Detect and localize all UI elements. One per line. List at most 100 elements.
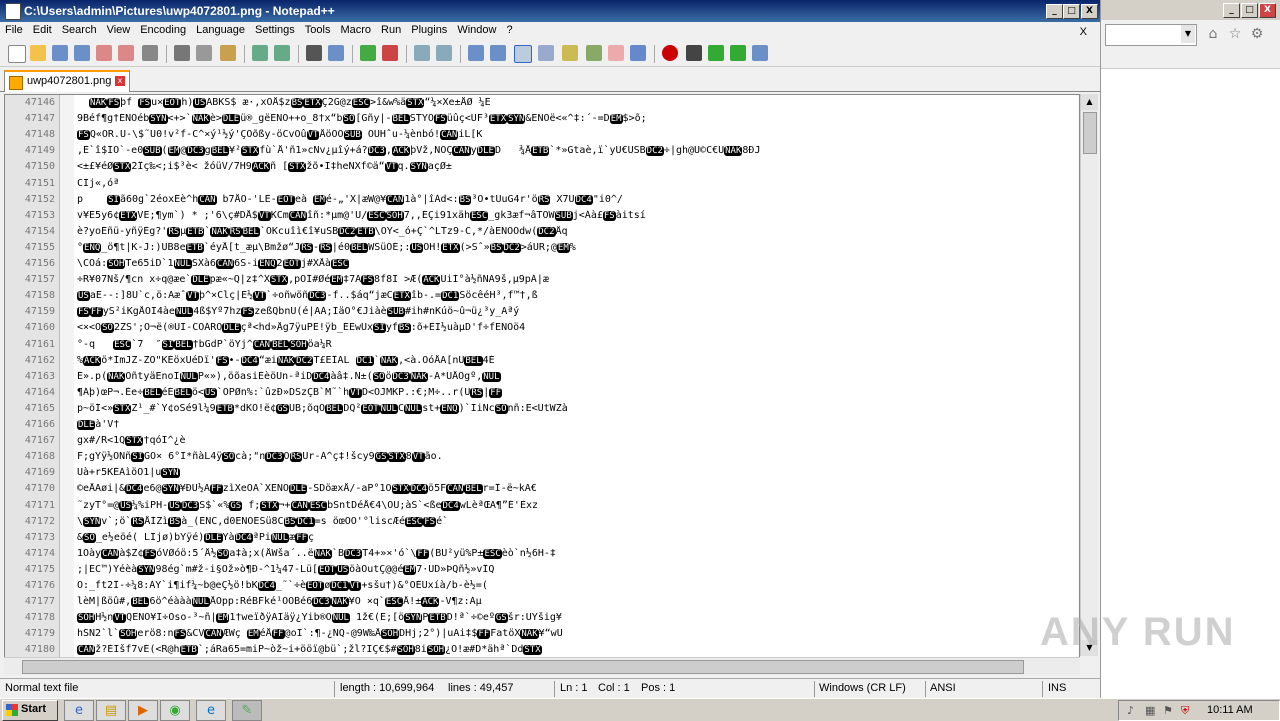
user-language-icon[interactable] — [538, 45, 554, 61]
play-macro-icon[interactable] — [708, 45, 724, 61]
editor-area[interactable]: 47146 47147 47148 47149 47150 47151 47152 47153… — [4, 94, 1080, 658]
title-bar[interactable]: C:\Users\admin\Pictures\uwp4072801.png -… — [0, 0, 1100, 22]
close-document-button[interactable]: X — [1075, 24, 1092, 38]
menu-file[interactable]: File — [0, 22, 28, 36]
print-icon[interactable] — [142, 45, 158, 61]
network-icon[interactable]: ▦ — [1145, 704, 1157, 717]
clock[interactable]: 10:11 AM — [1207, 704, 1253, 716]
minimize-button[interactable]: _ — [1046, 4, 1063, 19]
vertical-scroll-thumb[interactable] — [1083, 112, 1097, 154]
code-line: hSN2`l`SOHerö8:nFS&CVCANÆWç EMéÅFF@oI`:¶… — [77, 628, 563, 640]
undo-icon[interactable] — [252, 45, 268, 61]
menu-search[interactable]: Search — [57, 22, 102, 36]
toolbar-separator — [298, 45, 299, 63]
menu-macro[interactable]: Macro — [335, 22, 376, 36]
watermark: ANY RUN — [1040, 610, 1236, 654]
tab-uwp4072801[interactable]: uwp4072801.png x — [4, 70, 130, 92]
status-ln: Ln : 1 — [560, 682, 588, 694]
ie-taskbar-icon[interactable]: e — [64, 700, 94, 721]
menu-encoding[interactable]: Encoding — [135, 22, 191, 36]
flag-icon[interactable]: ⚑ — [1163, 704, 1175, 717]
menu-view[interactable]: View — [102, 22, 136, 36]
code-line: 9Béf¶g†ENOébSYN<+>`NAKè>DLEü®_gëENO++o_8… — [77, 113, 647, 125]
horizontal-scrollbar[interactable] — [4, 657, 1080, 675]
line-number: 47157 — [24, 274, 55, 286]
cut-icon[interactable] — [174, 45, 190, 61]
save-macro-icon[interactable] — [752, 45, 768, 61]
menu-settings[interactable]: Settings — [250, 22, 300, 36]
dropdown-arrow-icon[interactable]: ▼ — [1181, 25, 1195, 43]
notepadpp-taskbar-icon[interactable]: ✎ — [232, 700, 262, 721]
tab-close-icon[interactable]: x — [115, 76, 125, 86]
line-number-gutter: 47146 47147 47148 47149 47150 47151 47152 47153… — [5, 95, 60, 657]
home-icon[interactable]: ⌂ — [1205, 26, 1221, 42]
show-all-characters-icon[interactable] — [490, 45, 506, 61]
horizontal-scroll-thumb[interactable] — [22, 660, 1024, 674]
code-line: \SYNv`;ö`RSÅÍZìBSà_(ENC,d0ENOESü8CBS DC1=… — [77, 515, 449, 527]
code-line: SOHH½nVTQENO¥I÷Öso-³~ñ|EM1†weïðÿÄIäÿ¿Yib… — [77, 612, 562, 624]
browser-minimize-button[interactable]: _ — [1223, 3, 1240, 18]
menu-plugins[interactable]: Plugins — [406, 22, 452, 36]
code-line: DLEà'V† — [77, 419, 120, 430]
status-encoding[interactable]: ANSI — [930, 682, 956, 694]
menu-run[interactable]: Run — [376, 22, 406, 36]
open-file-icon[interactable] — [30, 45, 46, 61]
menu-help[interactable]: ? — [501, 22, 517, 36]
code-line: &SO_e½eöé( LIjø)bYÿé)DLEYàDC4ªPiNULæFFç — [77, 531, 315, 543]
menu-edit[interactable]: Edit — [28, 22, 57, 36]
close-all-icon[interactable] — [118, 45, 134, 61]
menu-tools[interactable]: Tools — [300, 22, 336, 36]
windows-logo-icon — [6, 704, 18, 716]
menu-language[interactable]: Language — [191, 22, 250, 36]
close-icon[interactable] — [96, 45, 112, 61]
code-line: É».p(NAKÖñtyäEnoÏNULP«»),öõasiÉèöÛn-ªiDD… — [77, 370, 501, 382]
status-eol[interactable]: Windows (CR LF) — [819, 682, 906, 694]
line-number: 47171 — [24, 499, 55, 511]
media-player-taskbar-icon[interactable]: ▶ — [128, 700, 158, 721]
maximize-button[interactable]: □ — [1063, 4, 1080, 19]
background-browser-window: _ □ X ▼ ⌂ ☆ ⚙ — [1101, 0, 1280, 698]
explorer-taskbar-icon[interactable]: ▤ — [96, 700, 126, 721]
code-line: gx#/R<1QSTX†qóI^¿è — [77, 435, 186, 447]
indent-guide-icon[interactable] — [514, 45, 532, 63]
speaker-icon[interactable]: ♪ — [1127, 704, 1139, 717]
save-all-icon[interactable] — [74, 45, 90, 61]
shield-icon[interactable]: ⛨ — [1181, 704, 1193, 717]
status-insert-mode[interactable]: INS — [1048, 682, 1066, 694]
record-macro-icon[interactable] — [662, 45, 678, 61]
scroll-up-icon[interactable]: ▲ — [1081, 94, 1098, 110]
line-number: 47153 — [24, 209, 55, 221]
chrome-taskbar-icon[interactable]: ◉ — [160, 700, 190, 721]
document-map-icon[interactable] — [562, 45, 578, 61]
stop-macro-icon[interactable] — [686, 45, 702, 61]
favorites-star-icon[interactable]: ☆ — [1227, 26, 1243, 42]
zoom-in-icon[interactable] — [360, 45, 376, 61]
start-button[interactable]: Start — [2, 700, 58, 721]
browser-close-button[interactable]: X — [1259, 3, 1276, 18]
zoom-out-icon[interactable] — [382, 45, 398, 61]
vertical-scrollbar[interactable]: ▲ ▼ — [1080, 94, 1098, 656]
sync-vertical-icon[interactable] — [414, 45, 430, 61]
new-file-icon[interactable] — [8, 45, 26, 63]
menu-window[interactable]: Window — [452, 22, 501, 36]
line-number: 47152 — [24, 193, 55, 205]
sync-horizontal-icon[interactable] — [436, 45, 452, 61]
word-wrap-icon[interactable] — [468, 45, 484, 61]
code-line: Üà+r5KÉÀìöÖ1|uSYN — [77, 467, 180, 479]
save-icon[interactable] — [52, 45, 68, 61]
close-button[interactable]: X — [1081, 4, 1098, 19]
function-list-icon[interactable] — [586, 45, 602, 61]
browser-maximize-button[interactable]: □ — [1241, 3, 1258, 18]
line-number: 47175 — [24, 563, 55, 575]
edge-taskbar-icon[interactable]: e — [196, 700, 226, 721]
monitoring-icon[interactable] — [630, 45, 646, 61]
redo-icon[interactable] — [274, 45, 290, 61]
paste-icon[interactable] — [220, 45, 236, 61]
menu-bar: File Edit Search View Encoding Language Settin… — [0, 22, 1100, 41]
replace-icon[interactable] — [328, 45, 344, 61]
copy-icon[interactable] — [196, 45, 212, 61]
find-icon[interactable] — [306, 45, 322, 61]
folder-workspace-icon[interactable] — [608, 45, 624, 61]
settings-gear-icon[interactable]: ⚙ — [1249, 26, 1265, 42]
run-macro-multiple-icon[interactable] — [730, 45, 746, 61]
